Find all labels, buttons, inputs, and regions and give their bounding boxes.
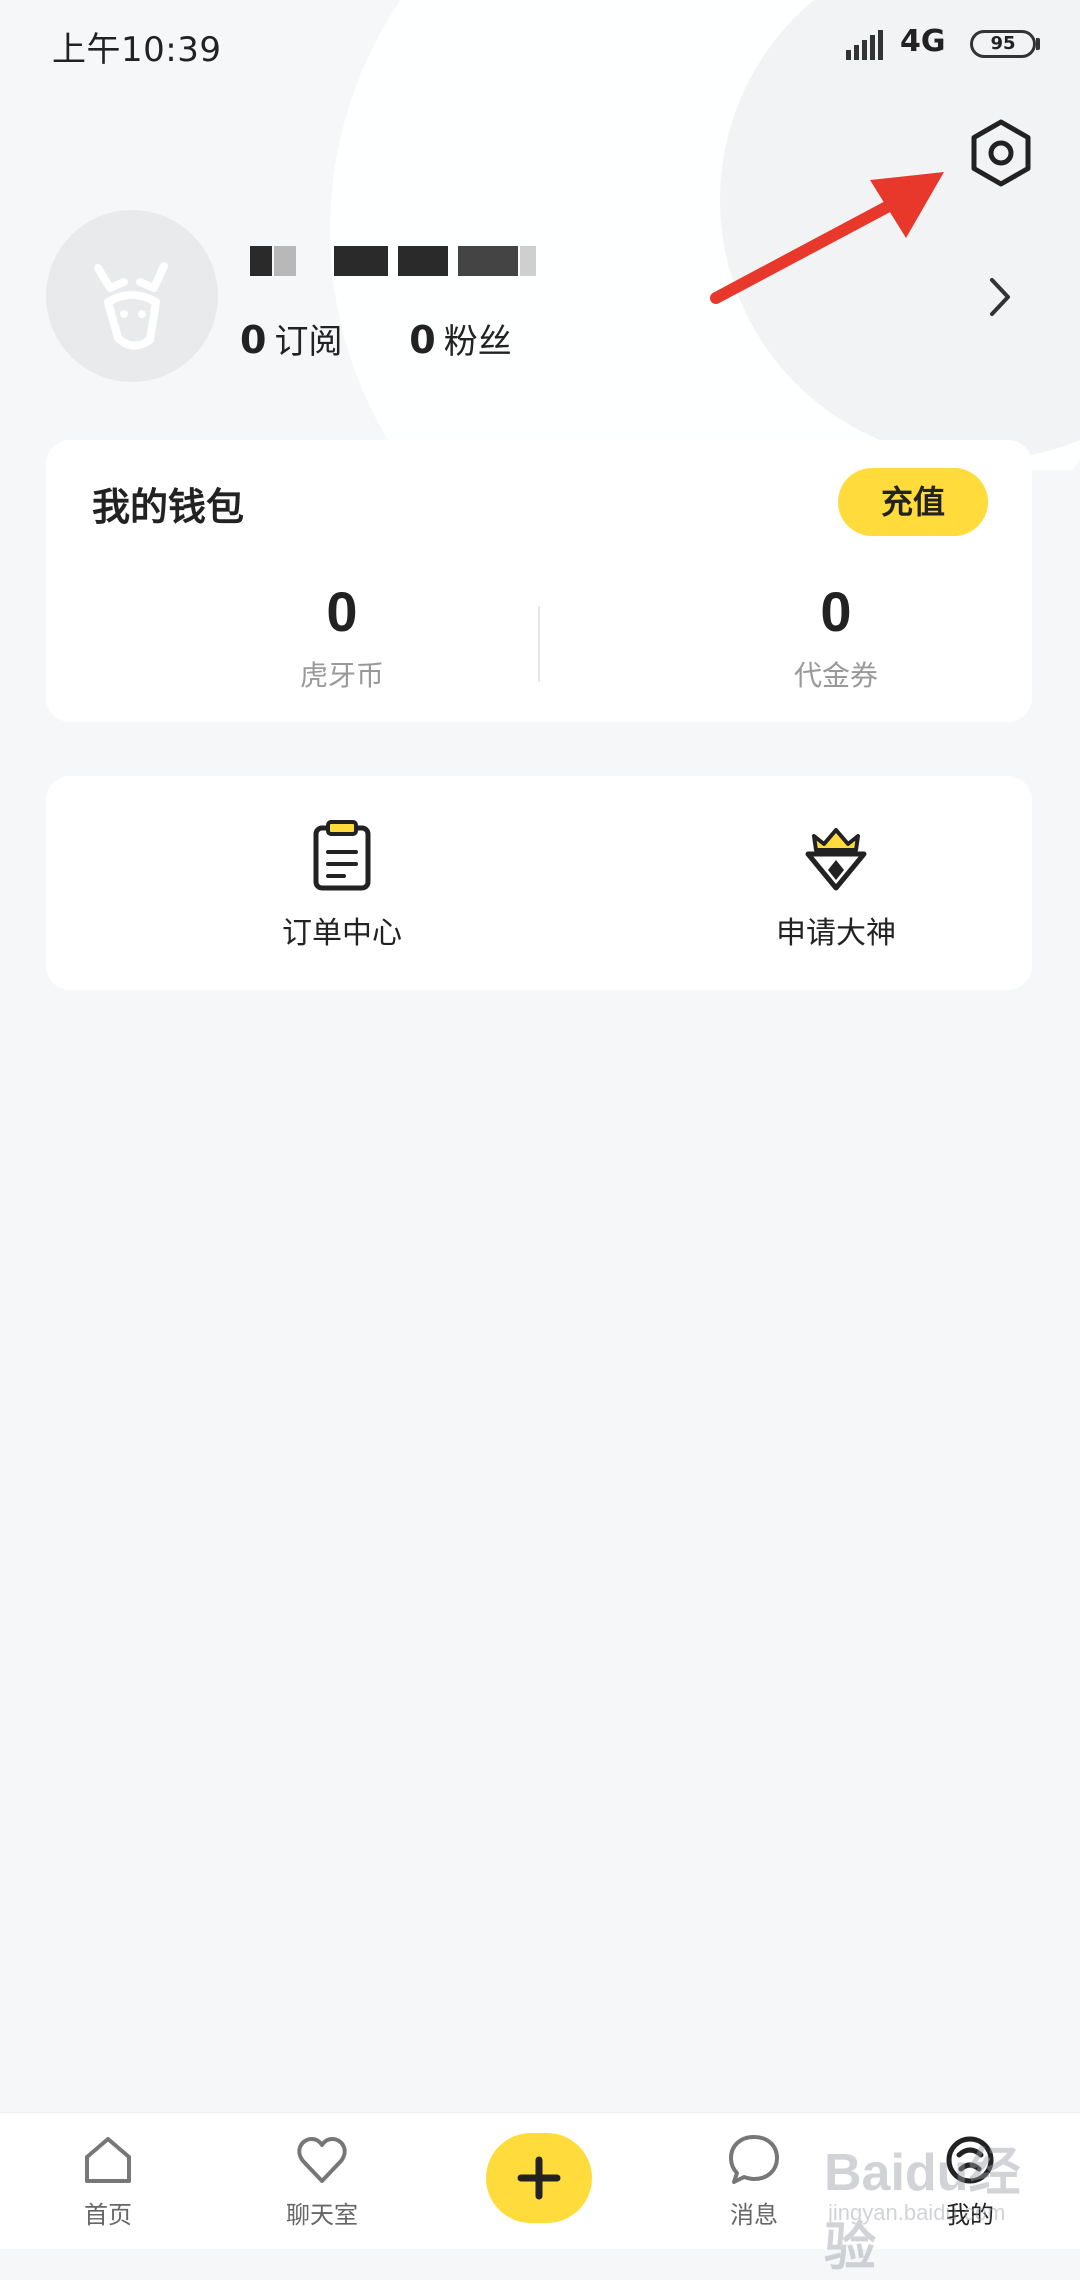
nav-home-label: 首页	[84, 2201, 132, 2229]
annotation-arrow-icon	[710, 172, 944, 304]
nav-mine-label: 我的	[946, 2201, 994, 2229]
followers-count[interactable]: 0	[409, 318, 435, 362]
profile-icon	[946, 2136, 994, 2184]
status-bar: 上午10:39 4G 95	[0, 0, 1080, 90]
huya-coins-value: 0	[326, 580, 358, 643]
status-time: 上午10:39	[52, 30, 222, 70]
battery-indicator: 95	[970, 30, 1036, 58]
apply-master-label: 申请大神	[776, 916, 896, 951]
home-icon	[85, 2137, 131, 2183]
subscriptions-label[interactable]: 订阅	[274, 322, 342, 362]
signal-icon	[846, 30, 883, 60]
order-center-label: 订单中心	[282, 916, 402, 951]
username-redacted	[250, 246, 536, 276]
recharge-button[interactable]: 充值	[838, 468, 988, 536]
clipboard-icon	[313, 820, 371, 891]
apply-master-button[interactable]: 申请大神	[686, 818, 986, 952]
bottom-nav: 首页 聊天室 消息 我的	[0, 2112, 1080, 2249]
nav-home[interactable]: 首页	[28, 2131, 188, 2230]
chevron-right-icon[interactable]	[980, 272, 1020, 322]
settings-icon[interactable]	[966, 118, 1036, 188]
nav-chatroom-label: 聊天室	[286, 2201, 358, 2229]
order-center-button[interactable]: 订单中心	[192, 818, 492, 952]
vouchers[interactable]: 0 代金券	[686, 580, 986, 694]
wallet-title: 我的钱包	[92, 485, 245, 529]
nav-chatroom[interactable]: 聊天室	[242, 2131, 402, 2230]
vouchers-label: 代金券	[793, 659, 878, 692]
followers-label[interactable]: 粉丝	[444, 322, 512, 362]
plus-icon	[517, 2156, 561, 2200]
deer-avatar-icon	[94, 262, 168, 350]
nav-messages-label: 消息	[730, 2201, 778, 2229]
huya-coins-label: 虎牙币	[299, 659, 384, 692]
profile-stats: 0 订阅 0 粉丝	[240, 314, 568, 363]
vouchers-value: 0	[820, 580, 852, 643]
heart-icon	[297, 2137, 347, 2183]
network-type: 4G	[900, 24, 946, 59]
wallet-divider	[538, 606, 540, 682]
nav-mine[interactable]: 我的	[890, 2131, 1050, 2230]
services-card: 订单中心 申请大神	[46, 776, 1032, 990]
huya-coins[interactable]: 0 虎牙币	[192, 580, 492, 694]
wallet-card: 我的钱包 充值 0 虎牙币 0 代金券	[46, 440, 1032, 722]
crown-shield-icon	[805, 828, 867, 891]
avatar[interactable]	[46, 210, 218, 382]
battery-tip	[1036, 38, 1040, 50]
subscriptions-count[interactable]: 0	[240, 318, 266, 362]
nav-messages[interactable]: 消息	[674, 2131, 834, 2230]
add-button[interactable]	[486, 2133, 592, 2223]
chat-bubble-icon	[729, 2135, 779, 2184]
